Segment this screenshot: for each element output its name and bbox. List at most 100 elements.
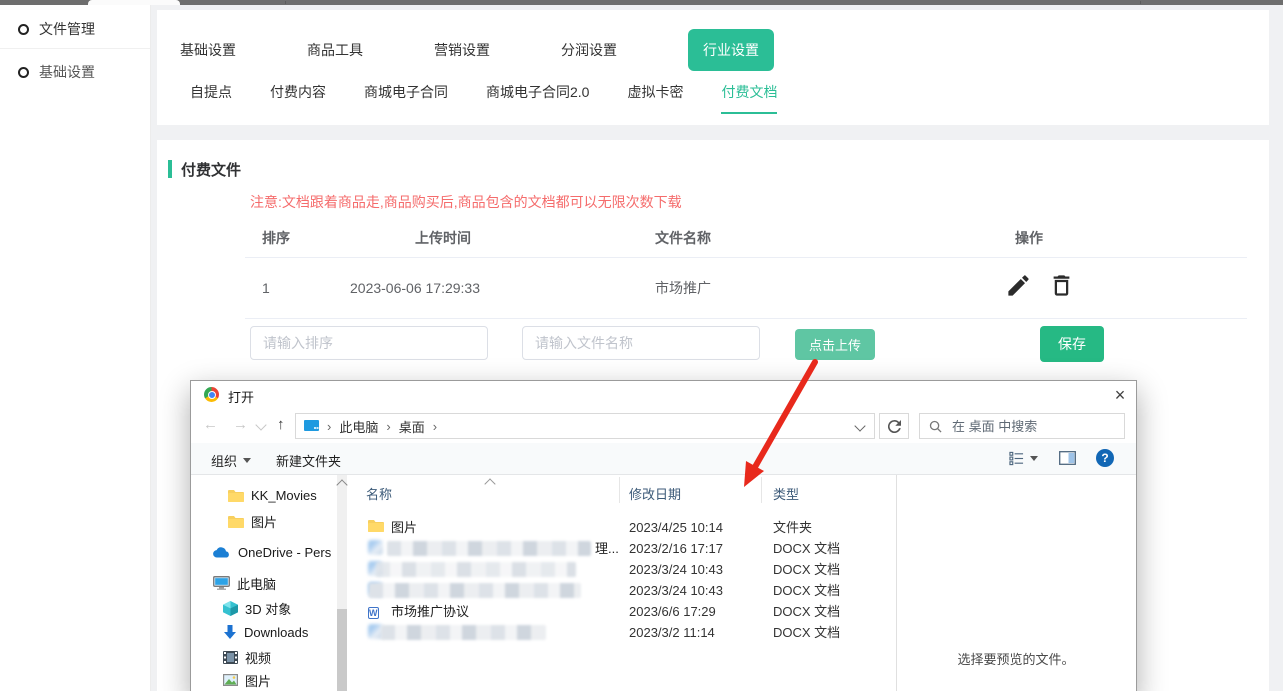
sidebar-item-file-management[interactable]: 文件管理 <box>18 10 95 48</box>
tab-paid-documents-active[interactable]: 付费文档 <box>721 82 777 114</box>
tab-industry-settings-active[interactable]: 行业设置 <box>688 29 774 71</box>
tree-item-pictures-folder[interactable]: 图片 <box>228 511 368 531</box>
preview-placeholder-text: 选择要预览的文件。 <box>896 649 1136 668</box>
cube-icon <box>223 601 238 616</box>
dialog-toolbar: 组织 新建文件夹 ? <box>191 443 1136 475</box>
organize-menu[interactable]: 组织 <box>211 451 251 470</box>
tab-pickup-point[interactable]: 自提点 <box>190 82 232 114</box>
app-root: 文件管理 基础设置 基础设置 商品工具 营销设置 分润设置 行业设置 自提点 付… <box>0 0 1283 691</box>
tree-scrollbar[interactable] <box>337 475 347 691</box>
col-header-name: 文件名称 <box>655 228 711 248</box>
col-header-time: 上传时间 <box>415 228 471 248</box>
list-col-type[interactable]: 类型 <box>773 484 799 503</box>
file-type: DOCX 文档 <box>773 601 840 622</box>
tab-basic-settings[interactable]: 基础设置 <box>180 40 236 60</box>
col-header-sort: 排序 <box>262 228 290 248</box>
tab-product-tools[interactable]: 商品工具 <box>307 40 363 60</box>
save-button[interactable]: 保存 <box>1040 326 1104 362</box>
new-folder-label: 新建文件夹 <box>276 451 341 470</box>
delete-icon[interactable] <box>1048 272 1075 299</box>
edit-icon[interactable] <box>1005 272 1032 299</box>
tab-virtual-card[interactable]: 虚拟卡密 <box>627 82 683 114</box>
up-icon[interactable]: ↑ <box>277 416 285 433</box>
tree-item-kk-movies[interactable]: KK_Movies <box>228 485 368 505</box>
circle-bullet-icon <box>18 67 29 78</box>
back-icon[interactable]: ← <box>203 416 218 433</box>
tree-item-this-pc[interactable]: 此电脑 <box>213 573 353 593</box>
view-mode-button[interactable] <box>1009 451 1038 466</box>
file-row-redacted[interactable]: 2023/3/24 10:43 DOCX 文档 <box>351 559 891 580</box>
notice-text: 注意:文档跟着商品走,商品购买后,商品包含的文档都可以无限次数下载 <box>250 192 682 212</box>
scrollbar-thumb[interactable] <box>337 609 347 691</box>
row-time-value: 2023-06-06 17:29:33 <box>350 268 480 308</box>
file-date: 2023/4/25 10:14 <box>629 517 723 538</box>
picture-icon <box>223 674 238 686</box>
close-icon[interactable]: × <box>1106 383 1134 407</box>
refresh-button[interactable] <box>879 413 909 439</box>
tree-item-onedrive[interactable]: OneDrive - Pers <box>213 542 353 562</box>
scroll-up-icon[interactable] <box>336 479 347 490</box>
file-name-input[interactable] <box>522 326 760 360</box>
sidebar-item-basic-settings[interactable]: 基础设置 <box>18 53 95 91</box>
tab-mall-econtract-2[interactable]: 商城电子合同2.0 <box>486 82 589 114</box>
forward-icon[interactable]: → <box>233 416 248 433</box>
list-col-name[interactable]: 名称 <box>366 484 392 503</box>
history-chevron-icon[interactable] <box>255 419 266 430</box>
monitor-icon <box>213 576 230 590</box>
tab-separator <box>1140 1 1141 4</box>
circle-bullet-icon <box>18 24 29 35</box>
row-name-value: 市场推广 <box>655 268 711 308</box>
tree-label: 视频 <box>245 648 271 667</box>
search-icon <box>929 420 942 433</box>
file-type: 文件夹 <box>773 517 812 538</box>
col-header-actions: 操作 <box>1015 228 1043 248</box>
sidebar-divider <box>0 48 150 49</box>
tab-marketing-settings[interactable]: 营销设置 <box>434 40 490 60</box>
preview-pane-button[interactable] <box>1059 451 1076 465</box>
dialog-navbar: ← → ↑ › 此电脑 › 桌面 › <box>191 409 1136 443</box>
new-folder-button[interactable]: 新建文件夹 <box>276 451 341 470</box>
file-row-pictures[interactable]: 图片 2023/4/25 10:14 文件夹 <box>351 517 891 538</box>
folder-icon <box>368 519 384 535</box>
file-row-marketing-agreement[interactable]: W 市场推广协议 2023/6/6 17:29 DOCX 文档 <box>351 601 891 622</box>
file-type: DOCX 文档 <box>773 622 840 643</box>
list-col-date[interactable]: 修改日期 <box>629 484 681 503</box>
table-header-divider <box>245 257 1247 258</box>
tab-mall-econtract[interactable]: 商城电子合同 <box>364 82 448 114</box>
tab-profit-settings[interactable]: 分润设置 <box>561 40 617 60</box>
folder-icon <box>228 515 244 528</box>
file-row-redacted[interactable]: 理... 2023/2/16 17:17 DOCX 文档 <box>351 538 891 559</box>
tree-label: 3D 对象 <box>245 599 291 618</box>
tabs-card: 基础设置 商品工具 营销设置 分润设置 行业设置 自提点 付费内容 商城电子合同… <box>157 10 1269 125</box>
chrome-icon <box>204 387 219 402</box>
sidebar-item-label: 基础设置 <box>39 62 95 82</box>
file-date: 2023/2/16 17:17 <box>629 538 723 559</box>
list-view-icon <box>1009 451 1024 466</box>
breadcrumb-desktop[interactable]: 桌面 <box>399 417 425 436</box>
tab-paid-content[interactable]: 付费内容 <box>270 82 326 114</box>
search-box[interactable] <box>919 413 1125 439</box>
file-row-redacted[interactable]: 2023/3/2 11:14 DOCX 文档 <box>351 622 891 643</box>
file-row-redacted[interactable]: 2023/3/24 10:43 DOCX 文档 <box>351 580 891 601</box>
tree-label: 图片 <box>251 512 277 531</box>
desktop-icon <box>304 420 319 432</box>
dialog-titlebar[interactable]: 打开 × <box>191 381 1136 409</box>
sort-input[interactable] <box>250 326 488 360</box>
preview-pane-icon <box>1059 451 1076 465</box>
upload-button[interactable]: 点击上传 <box>795 329 875 360</box>
column-divider[interactable] <box>619 477 620 503</box>
word-doc-icon: W <box>368 603 384 619</box>
sidebar: 文件管理 基础设置 <box>0 5 151 691</box>
search-input[interactable] <box>950 418 1104 435</box>
refresh-icon <box>888 420 901 433</box>
download-arrow-icon <box>223 625 237 640</box>
address-dropdown-icon[interactable] <box>854 420 865 431</box>
column-divider[interactable] <box>761 477 762 503</box>
file-name: 图片 <box>391 517 417 538</box>
tree-label: Downloads <box>244 625 308 640</box>
tree-label: 此电脑 <box>237 574 276 593</box>
address-bar[interactable]: › 此电脑 › 桌面 › <box>295 413 875 439</box>
breadcrumb-this-pc[interactable]: 此电脑 <box>339 417 378 436</box>
help-icon[interactable]: ? <box>1096 449 1114 467</box>
onedrive-cloud-icon <box>213 547 231 558</box>
